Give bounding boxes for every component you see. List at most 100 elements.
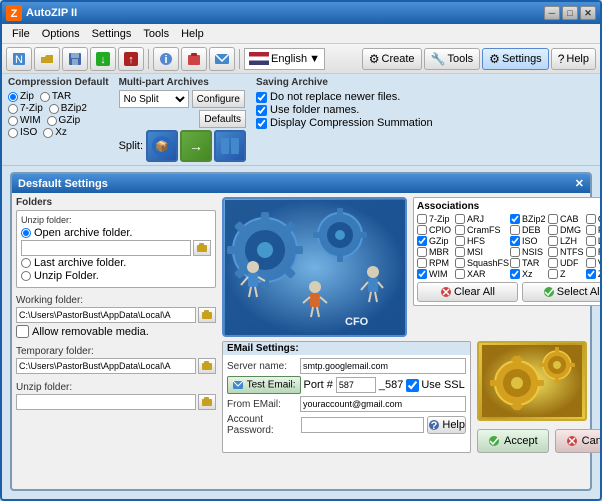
assoc-rar[interactable]: RAR [586, 247, 600, 257]
settings-button[interactable]: ⚙ Settings [482, 48, 549, 70]
info-button[interactable]: i [153, 47, 179, 71]
ssl-checkbox[interactable]: Use SSL [406, 379, 464, 392]
help-button[interactable]: ? Help [551, 48, 596, 70]
from-input[interactable]: youraccount@gmail.com [300, 396, 466, 412]
assoc-ntfs[interactable]: NTFS [548, 247, 585, 257]
assoc-tar[interactable]: TAR [510, 258, 547, 268]
compression-title: Compression Default [8, 77, 109, 88]
assoc-squashfs[interactable]: SquashFS [455, 258, 509, 268]
server-row: Server name: smtp.googlemail.com [227, 358, 466, 374]
compression-bzip2[interactable]: BZip2 [49, 103, 87, 114]
assoc-msi[interactable]: MSI [455, 247, 509, 257]
right-toolbar: ⚙ Create 🔧 Tools ⚙ Settings ? Help [362, 48, 596, 70]
clear-all-button[interactable]: Clear All [417, 282, 518, 302]
new-button[interactable]: N [6, 47, 32, 71]
working-browse-button[interactable] [198, 307, 216, 323]
select-all-button[interactable]: Select All [522, 282, 600, 302]
assoc-cramfs[interactable]: CramFS [455, 225, 509, 235]
saving-use-folders-label: Use folder names. [270, 104, 359, 116]
unzip-folder-option[interactable]: Unzip Folder. [21, 270, 211, 282]
save-button[interactable] [62, 47, 88, 71]
defaults-button[interactable]: Defaults [199, 110, 246, 128]
assoc-chm[interactable]: CHM [586, 214, 600, 224]
assoc-gzip[interactable]: GZip [417, 236, 454, 246]
delete-button[interactable] [181, 47, 207, 71]
compression-gzip[interactable]: GZip [47, 115, 81, 126]
ssl-label: Use SSL [421, 379, 464, 391]
assoc-cab[interactable]: CAB [548, 214, 585, 224]
unzip-browse-button[interactable] [198, 394, 216, 410]
working-input[interactable]: C:\Users\PastorBust\AppData\Local\A [16, 307, 196, 323]
open-button[interactable] [34, 47, 60, 71]
menu-help[interactable]: Help [175, 26, 210, 42]
assoc-7zip[interactable]: 7-Zip [417, 214, 454, 224]
unzip-input[interactable] [16, 394, 196, 410]
assoc-fat[interactable]: FAT [586, 225, 600, 235]
assoc-mbr[interactable]: MBR [417, 247, 454, 257]
compression-zip[interactable]: Zip [8, 91, 34, 102]
minimize-button[interactable]: ─ [544, 6, 560, 20]
compress-button[interactable]: ↑ [118, 47, 144, 71]
assoc-lzma[interactable]: LZMA [586, 236, 600, 246]
email-help-button[interactable]: ? Help [427, 416, 466, 434]
tools-icon: 🔧 [431, 52, 446, 66]
tools-button[interactable]: 🔧 Tools [424, 48, 481, 70]
assoc-xar[interactable]: XAR [455, 269, 509, 279]
assoc-z[interactable]: Z [548, 269, 585, 279]
open-archive-option[interactable]: Open archive folder. [21, 227, 211, 239]
compression-7zip[interactable]: 7-Zip [8, 103, 43, 114]
password-input[interactable] [301, 417, 424, 433]
compression-xz[interactable]: Xz [43, 127, 67, 138]
assoc-lzh[interactable]: LZH [548, 236, 585, 246]
cancel-button[interactable]: Cancel [555, 429, 600, 453]
menu-settings[interactable]: Settings [86, 26, 138, 42]
assoc-arj[interactable]: ARJ [455, 214, 509, 224]
compression-iso[interactable]: ISO [8, 127, 37, 138]
last-archive-option[interactable]: Last archive folder. [21, 257, 211, 269]
menu-tools[interactable]: Tools [137, 26, 175, 42]
maximize-button[interactable]: □ [562, 6, 578, 20]
extract-button[interactable]: ↓ [90, 47, 116, 71]
assoc-dmg[interactable]: DMG [548, 225, 585, 235]
assoc-deb[interactable]: DEB [510, 225, 547, 235]
server-input[interactable]: smtp.googlemail.com [300, 358, 466, 374]
gold-gear-image [477, 341, 587, 421]
create-button[interactable]: ⚙ Create [362, 48, 422, 70]
open-archive-browse-button[interactable] [193, 240, 211, 256]
temp-browse-button[interactable] [198, 358, 216, 374]
close-button[interactable]: ✕ [580, 6, 596, 20]
assoc-xz[interactable]: Xz [510, 269, 547, 279]
email-button[interactable] [209, 47, 235, 71]
compression-tar[interactable]: TAR [40, 91, 71, 102]
saving-use-folders[interactable]: Use folder names. [256, 104, 433, 116]
saving-no-replace[interactable]: Do not replace newer files. [256, 91, 433, 103]
compression-wim[interactable]: WIM [8, 115, 41, 126]
cfo-text: CFO [345, 316, 369, 328]
assoc-wim[interactable]: WIM [417, 269, 454, 279]
assoc-iso[interactable]: ISO [510, 236, 547, 246]
test-email-button[interactable]: Test Email: [227, 376, 301, 394]
assoc-rpm[interactable]: RPM [417, 258, 454, 268]
open-archive-input[interactable] [21, 240, 191, 256]
assoc-zip[interactable]: ZIP [586, 269, 600, 279]
port-input[interactable]: 587 [336, 377, 376, 393]
configure-button[interactable]: Configure [192, 90, 245, 108]
allow-removable-option[interactable]: Allow removable media. [16, 325, 216, 338]
assoc-cpio[interactable]: CPIO [417, 225, 454, 235]
menu-options[interactable]: Options [36, 26, 86, 42]
accept-button[interactable]: Accept [477, 429, 549, 453]
assoc-udf[interactable]: UDF [548, 258, 585, 268]
assoc-bzip2[interactable]: BZip2 [510, 214, 547, 224]
saving-display-summation[interactable]: Display Compression Summation [256, 117, 433, 129]
temp-input[interactable]: C:\Users\PastorBust\AppData\Local\A [16, 358, 196, 374]
split-select[interactable]: No Split [119, 90, 189, 108]
saving-title: Saving Archive [256, 77, 433, 88]
language-selector[interactable]: English ▼ [244, 48, 325, 70]
assoc-nsis[interactable]: NSIS [510, 247, 547, 257]
menu-file[interactable]: File [6, 26, 36, 42]
panel-close-button[interactable]: ✕ [575, 177, 584, 190]
select-all-label: Select All [557, 286, 600, 298]
assoc-vhd[interactable]: VHD [586, 258, 600, 268]
assoc-hfs[interactable]: HFS [455, 236, 509, 246]
folder-group: Unzip folder: Open archive folder. [16, 210, 216, 288]
